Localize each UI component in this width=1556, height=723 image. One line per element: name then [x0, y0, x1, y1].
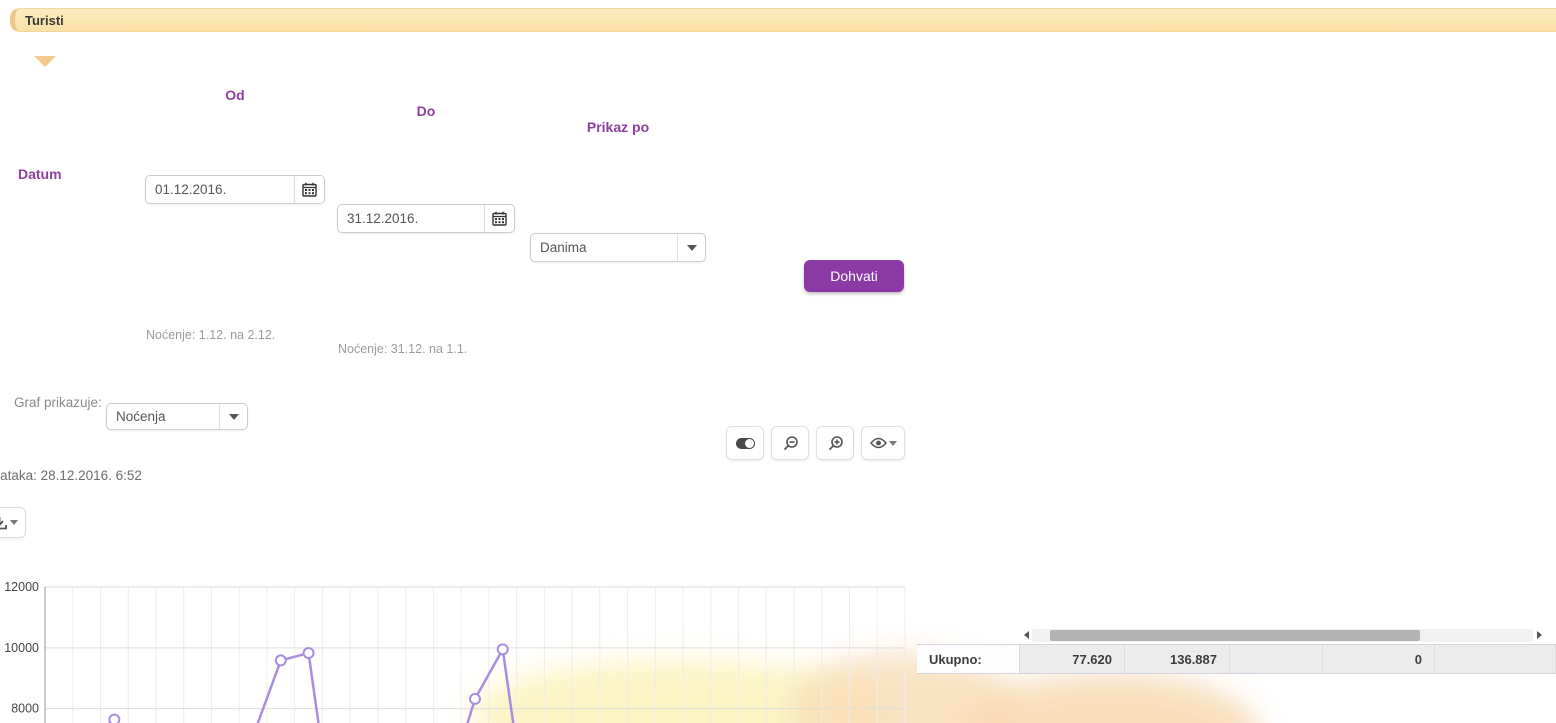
date-to-input[interactable]	[338, 205, 484, 232]
totals-value: 136.887	[1125, 645, 1230, 673]
tab-turisti[interactable]: Turisti	[25, 13, 64, 28]
date-from-input[interactable]	[146, 176, 294, 203]
export-button[interactable]	[0, 507, 26, 538]
horizontal-scrollbar[interactable]	[1020, 627, 1545, 643]
y-tick-label: 8000	[11, 702, 39, 716]
toggle-icon	[736, 438, 755, 449]
calendar-icon	[492, 211, 507, 226]
y-tick-label: 10000	[4, 641, 39, 655]
zoom-in-icon	[827, 435, 844, 452]
eye-icon	[870, 437, 887, 449]
data-updated-text: Vrijeme ažurnosti podataka: 28.12.2016. …	[0, 468, 1426, 483]
scrollbar-thumb[interactable]	[1050, 630, 1420, 641]
line-chart: 0200040006000800010000120001.12.2016.2.1…	[0, 581, 912, 723]
totals-value	[1435, 645, 1556, 673]
chart-canvas[interactable]: 0200040006000800010000120001.12.2016.2.1…	[0, 581, 912, 723]
series-visibility-button[interactable]	[861, 426, 905, 460]
tab-pointer	[34, 56, 56, 67]
data-point[interactable]	[276, 655, 286, 665]
decorative-blob	[960, 673, 1260, 723]
zoom-out-button[interactable]	[771, 426, 809, 460]
prikaz-po-label: Prikaz po	[530, 119, 706, 135]
totals-value: 0	[1323, 645, 1435, 673]
prikaz-po-select[interactable]: Danima	[530, 233, 706, 262]
totals-label: Ukupno:	[917, 645, 1020, 673]
date-from-field	[145, 175, 325, 204]
graf-prikazuje-value: Noćenja	[107, 404, 220, 429]
y-tick-label: 12000	[4, 581, 39, 594]
data-point[interactable]	[498, 644, 508, 654]
do-hint: Noćenje: 31.12. na 1.1.	[338, 342, 1556, 356]
chevron-down-icon	[10, 520, 18, 525]
calendar-button-from[interactable]	[294, 176, 324, 203]
scrollbar-track[interactable]	[1032, 629, 1533, 642]
calendar-button-to[interactable]	[484, 205, 514, 232]
data-point[interactable]	[470, 694, 480, 704]
zoom-in-button[interactable]	[816, 426, 854, 460]
graf-prikazuje-select[interactable]: Noćenja	[106, 403, 248, 430]
chart-toggle-button[interactable]	[726, 426, 764, 460]
prikaz-po-value: Danima	[531, 234, 678, 261]
do-label: Do	[337, 103, 515, 119]
data-point[interactable]	[109, 715, 119, 723]
scroll-left-arrow[interactable]	[1020, 629, 1032, 642]
date-to-field	[337, 204, 515, 233]
totals-value	[1230, 645, 1323, 673]
scroll-right-arrow[interactable]	[1533, 629, 1545, 642]
zoom-out-icon	[782, 435, 799, 452]
data-point[interactable]	[304, 648, 314, 658]
calendar-icon	[302, 182, 317, 197]
od-label: Od	[145, 87, 325, 103]
chevron-down-icon	[220, 404, 247, 429]
chevron-down-icon	[678, 234, 705, 261]
totals-value: 77.620	[1020, 645, 1125, 673]
od-hint: Noćenje: 1.12. na 2.12.	[146, 328, 1556, 342]
top-tab-bar: Turisti	[10, 8, 1556, 32]
dohvati-button[interactable]: Dohvati	[804, 260, 904, 292]
chevron-down-icon	[889, 441, 897, 446]
download-icon	[0, 516, 7, 530]
totals-row: Ukupno:77.620136.887 0	[917, 644, 1556, 674]
